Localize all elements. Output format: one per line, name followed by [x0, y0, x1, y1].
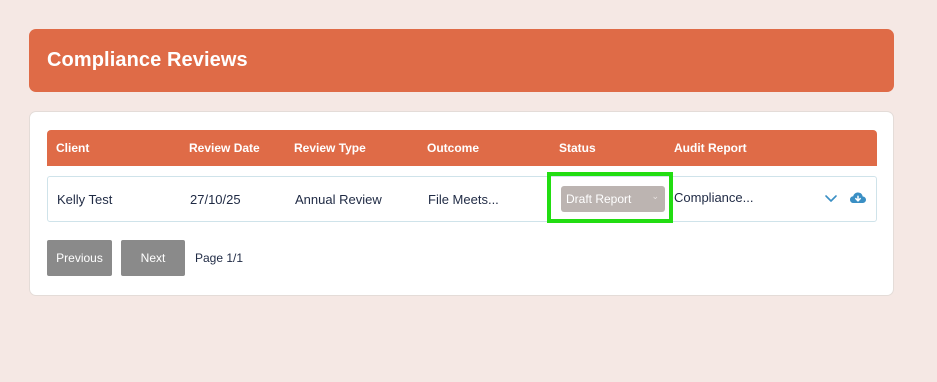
reviews-card: Client Review Date Review Type Outcome S…	[29, 111, 894, 296]
cloud-download-icon[interactable]	[849, 190, 867, 206]
column-header-review-date: Review Date	[189, 141, 260, 155]
cell-audit-report: Compliance...	[674, 190, 754, 205]
column-header-review-type: Review Type	[294, 141, 366, 155]
page-indicator: Page 1/1	[195, 251, 244, 265]
table-header: Client Review Date Review Type Outcome S…	[47, 130, 877, 166]
column-header-audit-report: Audit Report	[674, 141, 747, 155]
column-header-client: Client	[56, 141, 90, 155]
status-select[interactable]: Draft Report ⌄	[561, 186, 665, 212]
page-title: Compliance Reviews	[47, 49, 248, 71]
cell-outcome: File Meets...	[428, 192, 499, 207]
cell-client: Kelly Test	[57, 192, 113, 207]
next-button[interactable]: Next	[121, 240, 185, 276]
previous-button[interactable]: Previous	[47, 240, 112, 276]
cell-review-date: 27/10/25	[190, 192, 241, 207]
page-header: Compliance Reviews	[29, 29, 894, 92]
column-header-outcome: Outcome	[427, 141, 480, 155]
status-select-value: Draft Report	[566, 192, 632, 206]
cell-review-type: Annual Review	[295, 192, 382, 207]
chevron-down-icon: ⌄	[651, 191, 659, 201]
chevron-down-icon[interactable]	[823, 190, 839, 206]
column-header-status: Status	[559, 141, 596, 155]
table-row[interactable]: Kelly Test 27/10/25 Annual Review File M…	[47, 172, 877, 223]
